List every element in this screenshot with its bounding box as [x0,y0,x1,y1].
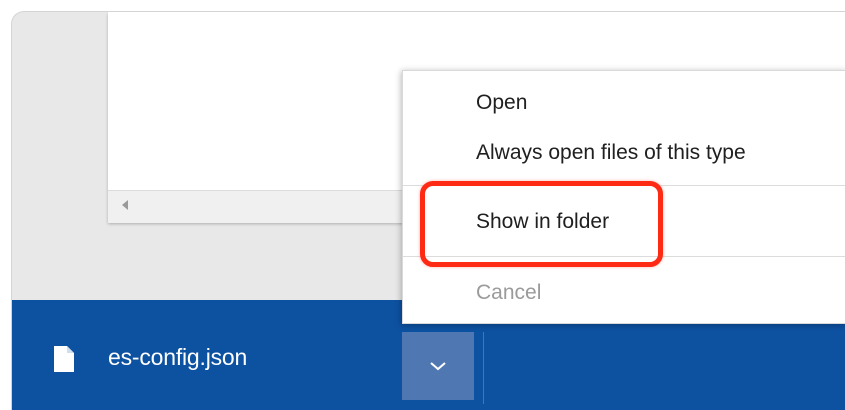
menu-item-label: Open [476,91,528,114]
highlight-annotation [420,181,663,267]
menu-item-label: Cancel [476,281,542,304]
menu-item-label: Always open files of this type [476,141,746,164]
scroll-left-arrow-icon[interactable] [122,200,128,210]
document-icon [54,346,74,372]
chevron-down-icon [430,362,446,371]
bar-divider [483,332,484,404]
menu-item-cancel: Cancel [403,269,845,317]
download-file-name[interactable]: es-config.json [108,344,247,371]
menu-item-open[interactable]: Open [403,79,845,127]
download-options-button[interactable] [402,332,474,400]
menu-item-always-open[interactable]: Always open files of this type [403,129,845,177]
